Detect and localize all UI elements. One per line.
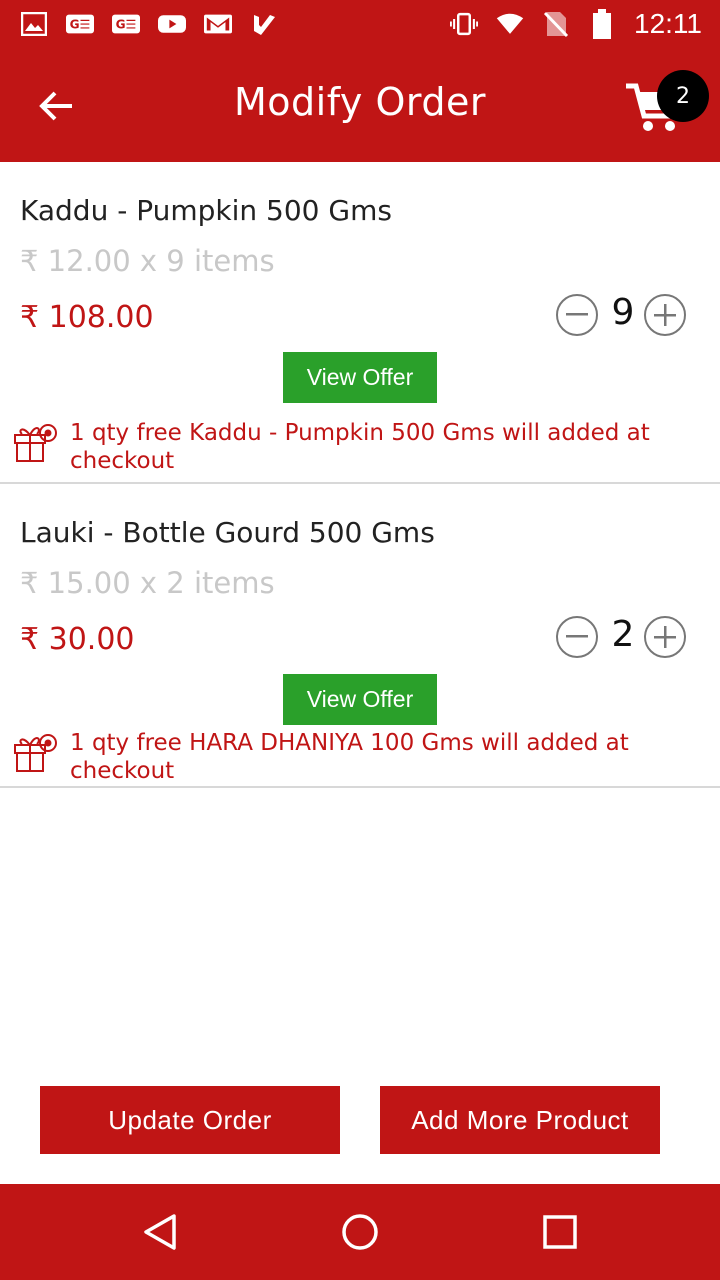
square-recents-icon bbox=[543, 1215, 577, 1249]
item-total-price: ₹ 108.00 bbox=[20, 300, 154, 335]
page-title: Modify Order bbox=[234, 80, 486, 124]
offer-text: 1 qty free Kaddu - Pumpkin 500 Gms will … bbox=[70, 420, 650, 474]
decrease-quantity-button[interactable] bbox=[556, 616, 598, 658]
quantity-value: 9 bbox=[611, 292, 635, 333]
wifi-icon bbox=[496, 10, 524, 38]
item-unit-price: ₹ 15.00 x 2 items bbox=[20, 566, 275, 600]
gift-icon bbox=[12, 727, 58, 773]
add-more-product-button[interactable]: Add More Product bbox=[380, 1086, 660, 1154]
nav-back-button[interactable] bbox=[136, 1208, 184, 1256]
item-name: Kaddu - Pumpkin 500 Gms bbox=[20, 194, 392, 227]
ge-icon: G☰ bbox=[66, 10, 94, 38]
vibrate-icon bbox=[450, 10, 478, 38]
order-item: Kaddu - Pumpkin 500 Gms ₹ 12.00 x 9 item… bbox=[0, 162, 720, 484]
decrease-quantity-button[interactable] bbox=[556, 294, 598, 336]
nav-recents-button[interactable] bbox=[536, 1208, 584, 1256]
view-offer-button[interactable]: View Offer bbox=[283, 352, 437, 403]
quantity-stepper: 9 bbox=[555, 292, 690, 342]
check-icon bbox=[250, 10, 278, 38]
offer-notice: 1 qty free Kaddu - Pumpkin 500 Gms will … bbox=[12, 417, 712, 475]
svg-text:G☰: G☰ bbox=[116, 18, 137, 32]
gift-icon bbox=[12, 417, 58, 463]
item-unit-price: ₹ 12.00 x 9 items bbox=[20, 244, 275, 278]
increase-quantity-button[interactable] bbox=[644, 616, 686, 658]
update-order-button[interactable]: Update Order bbox=[40, 1086, 340, 1154]
youtube-icon bbox=[158, 10, 186, 38]
ge-icon: G☰ bbox=[112, 10, 140, 38]
svg-text:G☰: G☰ bbox=[70, 18, 91, 32]
order-item: Lauki - Bottle Gourd 500 Gms ₹ 15.00 x 2… bbox=[0, 484, 720, 788]
increase-quantity-button[interactable] bbox=[644, 294, 686, 336]
item-total-price: ₹ 30.00 bbox=[20, 622, 135, 657]
plus-icon bbox=[654, 626, 676, 648]
image-icon bbox=[20, 10, 48, 38]
offer-notice: 1 qty free HARA DHANIYA 100 Gms will add… bbox=[12, 727, 712, 785]
nav-home-button[interactable] bbox=[336, 1208, 384, 1256]
app-bar: Modify Order 2 bbox=[0, 50, 720, 162]
plus-icon bbox=[654, 304, 676, 326]
cart-count-badge: 2 bbox=[657, 70, 709, 122]
item-name: Lauki - Bottle Gourd 500 Gms bbox=[20, 516, 435, 549]
system-icons: 12:11 bbox=[450, 8, 702, 40]
status-bar: G☰ G☰ 12:11 bbox=[0, 0, 720, 50]
circle-home-icon bbox=[342, 1214, 378, 1250]
minus-icon bbox=[566, 635, 588, 638]
offer-text: 1 qty free HARA DHANIYA 100 Gms will add… bbox=[70, 730, 629, 784]
battery-icon bbox=[588, 9, 616, 39]
minus-icon bbox=[566, 313, 588, 316]
quantity-value: 2 bbox=[611, 614, 635, 655]
quantity-stepper: 2 bbox=[555, 614, 690, 664]
view-offer-button[interactable]: View Offer bbox=[283, 674, 437, 725]
gmail-icon bbox=[204, 10, 232, 38]
clock: 12:11 bbox=[634, 8, 702, 39]
system-nav-bar bbox=[0, 1184, 720, 1280]
notification-icons: G☰ G☰ bbox=[20, 10, 278, 38]
no-sim-icon bbox=[542, 10, 570, 38]
triangle-back-icon bbox=[144, 1214, 176, 1250]
